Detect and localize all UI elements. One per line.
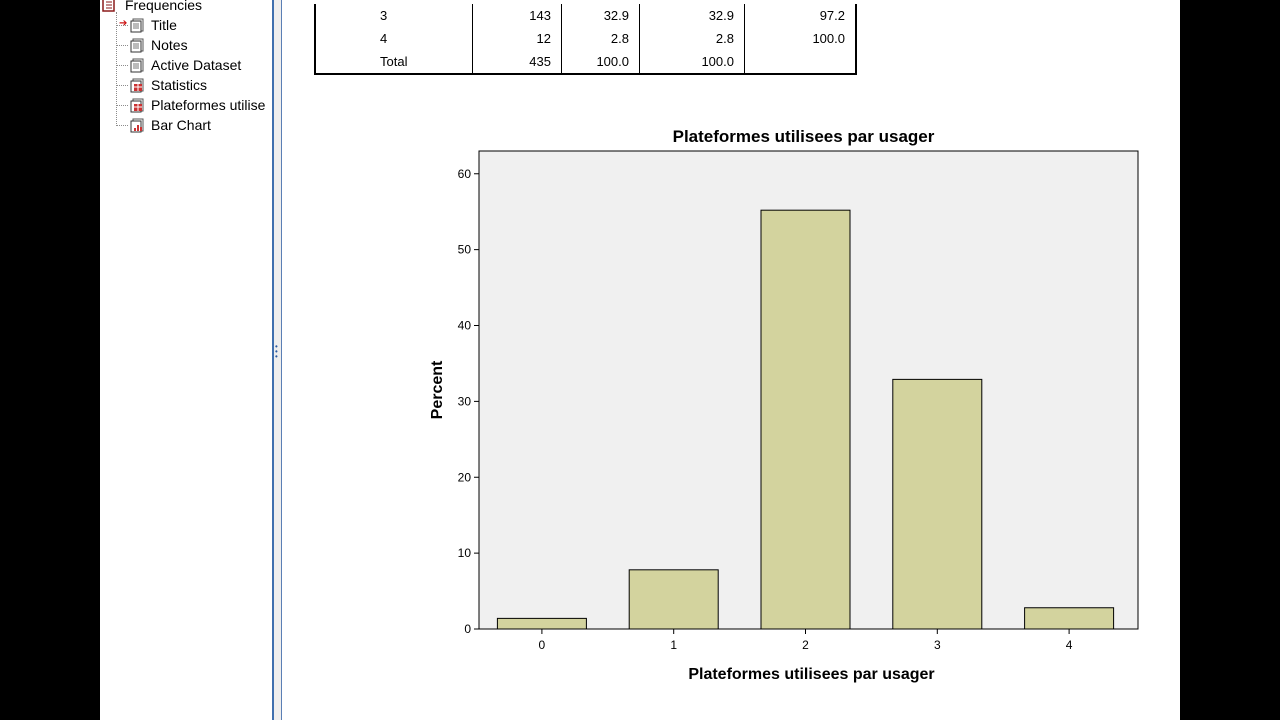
pane-splitter[interactable]: • • • <box>272 0 282 720</box>
tree-node-frequencies[interactable]: Frequencies <box>102 0 202 13</box>
tree-node-label: Frequencies <box>125 0 203 13</box>
y-tick-label: 20 <box>458 470 472 484</box>
bar-chart[interactable]: Plateformes utilisees par usager01020304… <box>282 0 1180 720</box>
tree-node-notes[interactable]: Notes <box>116 36 188 54</box>
tree-branch-line <box>116 124 128 126</box>
output-content-pane: 3 143 32.9 32.9 97.2 4 12 2.8 2.8 100.0 Total 435 10… <box>282 0 1180 720</box>
table-icon <box>130 78 145 93</box>
document-icon <box>130 58 145 73</box>
output-outline-pane[interactable]: Frequencies ➔ Title Notes Active Dataset Sta… <box>100 0 272 720</box>
output-viewer-window: Frequencies ➔ Title Notes Active Dataset Sta… <box>100 0 1180 720</box>
chart-icon <box>130 118 145 133</box>
tree-branch-line <box>116 104 128 106</box>
tree-branch-line <box>116 64 128 66</box>
y-tick-label: 50 <box>458 243 472 257</box>
bar[interactable] <box>496 617 587 630</box>
y-axis-label: Percent <box>429 360 446 419</box>
document-icon <box>130 18 145 33</box>
tree-node-title[interactable]: ➔ Title <box>116 16 177 34</box>
tree-node-plateformes-utilise[interactable]: Plateformes utilise <box>116 96 265 114</box>
tree-node-label: Statistics <box>151 77 208 93</box>
document-icon <box>130 38 145 53</box>
chart-title: Plateformes utilisees par usager <box>673 127 935 146</box>
bar[interactable] <box>628 569 719 630</box>
y-tick-label: 0 <box>464 622 471 636</box>
tree-node-label: Plateformes utilise <box>151 97 266 113</box>
tree-node-statistics[interactable]: Statistics <box>116 76 207 94</box>
book-icon <box>102 0 117 13</box>
tree-node-label: Active Dataset <box>151 57 242 73</box>
tree-node-label: Notes <box>151 37 188 53</box>
x-tick-label: 1 <box>670 638 677 652</box>
x-tick-label: 4 <box>1066 638 1073 652</box>
bar[interactable] <box>1024 607 1115 630</box>
x-tick-label: 2 <box>802 638 809 652</box>
tree-node-bar-chart[interactable]: Bar Chart <box>116 116 211 134</box>
y-tick-label: 10 <box>458 546 472 560</box>
tree-node-label: Title <box>151 17 177 33</box>
tree-branch-line <box>116 84 128 86</box>
splitter-grip-icon[interactable]: • • • <box>275 343 278 361</box>
tree-branch-line <box>116 44 128 46</box>
table-icon <box>130 98 145 113</box>
current-item-arrow-icon: ➔ <box>119 18 128 29</box>
y-tick-label: 40 <box>458 319 472 333</box>
bar[interactable] <box>892 378 983 630</box>
x-tick-label: 3 <box>934 638 941 652</box>
x-axis-label: Plateformes utilisees par usager <box>688 666 934 683</box>
y-tick-label: 60 <box>458 167 472 181</box>
bar[interactable] <box>760 209 851 630</box>
tree-node-label: Bar Chart <box>151 117 211 133</box>
tree-node-active-dataset[interactable]: Active Dataset <box>116 56 241 74</box>
x-tick-label: 0 <box>539 638 546 652</box>
y-tick-label: 30 <box>458 394 472 408</box>
